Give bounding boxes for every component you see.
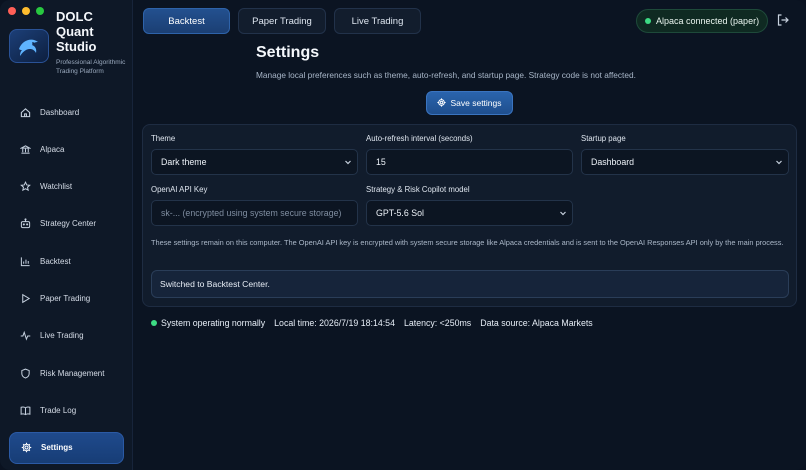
settings-note: These settings remain on this computer. … (151, 238, 784, 247)
chevron-down-icon (559, 209, 567, 217)
sidebar-item-label: Paper Trading (40, 293, 91, 303)
openai-key-label: OpenAI API Key (151, 185, 208, 194)
refresh-interval-input[interactable]: 15 (366, 149, 573, 175)
openai-key-input[interactable]: sk-... (encrypted using system secure st… (151, 200, 358, 226)
status-message: Switched to Backtest Center. (151, 270, 789, 298)
connection-status-badge: Alpaca connected (paper) (636, 9, 768, 33)
sidebar-item-label: Alpaca (40, 144, 65, 154)
book-icon (19, 404, 31, 416)
status-bar: System operating normally Local time: 20… (151, 318, 593, 328)
sidebar-item-label: Watchlist (40, 182, 73, 192)
gear-icon (437, 97, 447, 109)
sidebar-item-label: Risk Management (40, 368, 105, 378)
startup-page-label: Startup page (581, 134, 626, 143)
theme-select[interactable]: Dark theme (151, 149, 358, 175)
save-settings-button[interactable]: Save settings (426, 91, 513, 115)
sidebar-item-dashboard[interactable]: Dashboard (9, 96, 124, 128)
pulse-icon (19, 330, 31, 342)
chart-icon (19, 255, 31, 267)
startup-page-value: Dashboard (591, 157, 635, 167)
app-window: DOLC Quant Studio Professional Algorithm… (0, 0, 806, 470)
sidebar-item-label: Backtest (40, 256, 71, 266)
sidebar-item-backtest[interactable]: Backtest (9, 245, 124, 277)
star-icon (19, 181, 31, 193)
window-controls (8, 7, 44, 15)
tab-backtest[interactable]: Backtest (143, 8, 230, 34)
connection-status-text: Alpaca connected (paper) (656, 16, 760, 26)
openai-key-placeholder: sk-... (encrypted using system secure st… (161, 208, 342, 218)
sidebar-item-label: Strategy Center (40, 219, 97, 229)
sidebar-item-label: Live Trading (40, 331, 84, 341)
brand-name: DOLC Quant Studio (56, 9, 97, 54)
startup-page-select[interactable]: Dashboard (581, 149, 789, 175)
save-settings-label: Save settings (450, 98, 502, 108)
sidebar-item-paper-trading[interactable]: Paper Trading (9, 282, 124, 314)
shield-icon (19, 367, 31, 379)
bank-icon (19, 143, 31, 155)
sidebar: DOLC Quant Studio Professional Algorithm… (0, 0, 133, 470)
page-title: Settings (256, 44, 320, 61)
play-icon (19, 292, 31, 304)
local-time-text: Local time: 2026/7/19 18:14:54 (274, 318, 395, 328)
sidebar-item-label: Trade Log (40, 405, 77, 415)
copilot-model-label: Strategy & Risk Copilot model (366, 185, 470, 194)
sidebar-item-alpaca[interactable]: Alpaca (9, 133, 124, 165)
sidebar-item-strategy-center[interactable]: Strategy Center (9, 208, 124, 240)
close-window-button[interactable] (8, 7, 16, 15)
sidebar-item-watchlist[interactable]: Watchlist (9, 171, 124, 203)
theme-value: Dark theme (161, 157, 207, 167)
brand-tagline: Professional Algorithmic Trading Platfor… (56, 59, 126, 75)
refresh-interval-value: 15 (376, 157, 386, 167)
page-subtitle: Manage local preferences such as theme, … (256, 70, 636, 80)
chevron-down-icon (775, 158, 783, 166)
theme-label: Theme (151, 134, 176, 143)
latency-text: Latency: <250ms (403, 318, 472, 328)
sidebar-item-trade-log[interactable]: Trade Log (9, 394, 124, 426)
sidebar-item-live-trading[interactable]: Live Trading (9, 320, 124, 352)
settings-panel: Theme Dark theme Auto-refresh interval (… (142, 124, 797, 307)
tab-live-trading[interactable]: Live Trading (334, 8, 421, 34)
top-bar: Backtest Paper Trading Live Trading Alpa… (133, 0, 806, 42)
sidebar-nav: Dashboard Alpaca Watchlist Strategy Cent… (9, 96, 124, 469)
sidebar-item-label: Settings (41, 443, 73, 453)
sidebar-item-settings[interactable]: Settings (9, 431, 124, 464)
home-icon (19, 106, 31, 118)
data-source-text: Data source: Alpaca Markets (480, 318, 593, 328)
status-dot-icon (645, 18, 651, 24)
copilot-model-select[interactable]: GPT-5.6 Sol (366, 200, 573, 226)
system-status-text: System operating normally (161, 318, 266, 328)
maximize-window-button[interactable] (36, 7, 44, 15)
chevron-down-icon (344, 158, 352, 166)
refresh-interval-label: Auto-refresh interval (seconds) (366, 134, 473, 143)
status-dot-icon (151, 320, 157, 326)
minimize-window-button[interactable] (22, 7, 30, 15)
logout-icon[interactable] (776, 13, 790, 27)
tab-paper-trading[interactable]: Paper Trading (238, 8, 326, 34)
gear-icon (20, 442, 32, 454)
copilot-model-value: GPT-5.6 Sol (376, 208, 424, 218)
robot-icon (19, 218, 31, 230)
dolphin-icon (9, 29, 49, 63)
sidebar-item-label: Dashboard (40, 107, 80, 117)
sidebar-item-risk-management[interactable]: Risk Management (9, 357, 124, 389)
